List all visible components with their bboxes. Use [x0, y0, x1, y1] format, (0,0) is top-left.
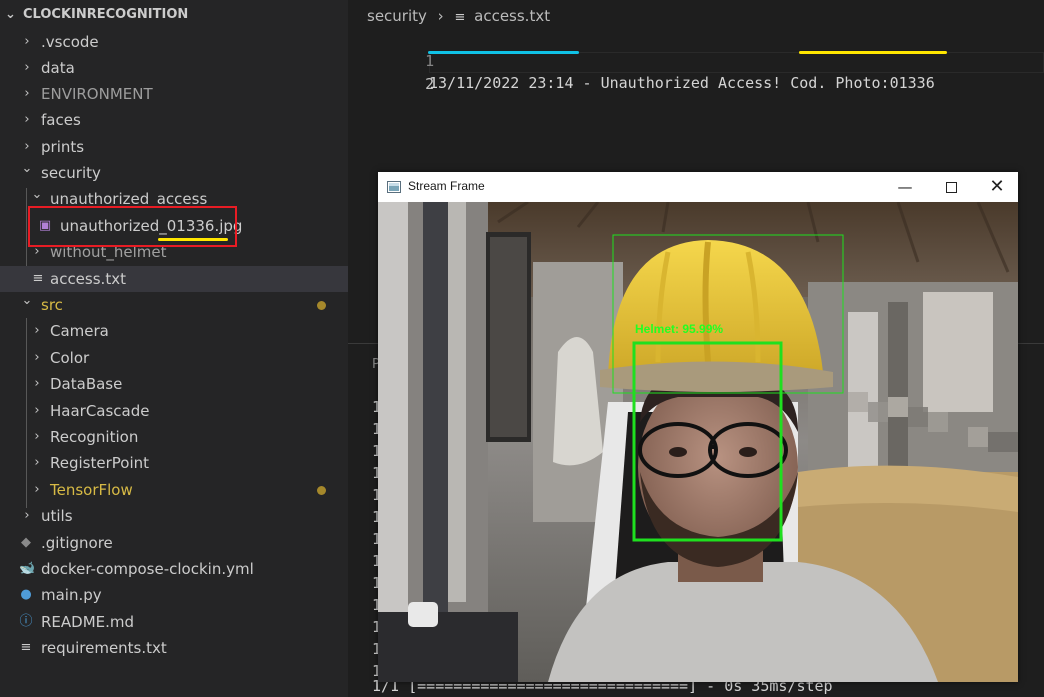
tree-item-label: TensorFlow: [50, 481, 133, 499]
tree-item-security[interactable]: ⌄ security: [0, 160, 348, 186]
line-text[interactable]: 13/11/2022 23:14 - Unauthorized Access! …: [429, 72, 935, 94]
chevron-down-icon: ⌄: [31, 187, 43, 202]
close-icon: ✕: [989, 176, 1005, 197]
tree-item-database[interactable]: › DataBase: [0, 371, 348, 397]
code-line[interactable]: 1 13/11/2022 23:14 - Unauthorized Access…: [348, 28, 1044, 92]
chevron-right-icon: ›: [34, 482, 40, 497]
chevron-right-icon: ›: [34, 429, 40, 444]
tree-item-label: access.txt: [50, 270, 126, 288]
tree-item-registerpoint[interactable]: › RegisterPoint: [0, 450, 348, 476]
tree-item-access-txt[interactable]: ≡ access.txt: [0, 266, 348, 292]
breadcrumb-folder[interactable]: security: [367, 7, 427, 25]
window-titlebar[interactable]: Stream Frame — ✕: [378, 172, 1018, 202]
tree-item-label: main.py: [41, 586, 102, 604]
tree-item-docker-compose-clockin-yml[interactable]: 🐋 docker-compose-clockin.yml: [0, 556, 348, 582]
python-icon: ●: [20, 587, 32, 602]
tree-item-readme-md[interactable]: ⓘ README.md: [0, 609, 348, 635]
docker-icon: 🐋: [19, 561, 36, 576]
text-file-icon: ≡: [454, 10, 466, 25]
tree-item-src[interactable]: ⌄ src: [0, 292, 348, 318]
chevron-right-icon: ›: [24, 86, 30, 101]
window-title: Stream Frame: [408, 179, 485, 193]
tree-item-faces[interactable]: › faces: [0, 107, 348, 133]
chevron-right-icon: ›: [34, 455, 40, 470]
camera-image: Helmet: 95.99%: [378, 202, 1018, 682]
tree-item-prints[interactable]: › prints: [0, 134, 348, 160]
tree-item-requirements-txt[interactable]: ≡ requirements.txt: [0, 635, 348, 661]
chevron-right-icon: ›: [34, 403, 40, 418]
tree-item-vscode[interactable]: › .vscode: [0, 29, 348, 55]
chevron-right-icon: ›: [34, 323, 40, 338]
tree-item-label: DataBase: [50, 375, 123, 393]
chevron-right-icon: ›: [24, 60, 30, 75]
stream-frame-window[interactable]: Stream Frame — ✕ Helmet: 95.99%: [378, 172, 1018, 682]
tree-item-main-py[interactable]: ● main.py: [0, 582, 348, 608]
chevron-down-icon: ⌄: [21, 293, 33, 308]
close-button[interactable]: ✕: [974, 172, 1020, 202]
line-number: 2: [425, 75, 435, 93]
tree-item-label: Color: [50, 349, 90, 367]
breadcrumb-file[interactable]: access.txt: [474, 7, 550, 25]
tree-item-label: ENVIRONMENT: [41, 85, 153, 103]
tree-item-label: data: [41, 59, 75, 77]
breadcrumb: security › ≡ access.txt: [367, 5, 550, 27]
modified-dot: [317, 486, 326, 495]
chevron-right-icon: ›: [24, 112, 30, 127]
tree-item-gitignore[interactable]: ◆ .gitignore: [0, 530, 348, 556]
text-file-icon: ≡: [20, 640, 32, 655]
tree-item-utils[interactable]: › utils: [0, 503, 348, 529]
chevron-right-icon: ›: [34, 376, 40, 391]
tree-item-data[interactable]: › data: [0, 55, 348, 81]
tree-item-label: HaarCascade: [50, 402, 150, 420]
underline-timestamp: [428, 51, 579, 54]
text-file-icon: ≡: [32, 271, 44, 286]
tree-item-color[interactable]: › Color: [0, 345, 348, 371]
minimize-icon: —: [897, 178, 913, 196]
chevron-right-icon: ›: [437, 7, 444, 25]
minimize-button[interactable]: —: [882, 172, 928, 202]
underline-filename: [158, 238, 228, 241]
maximize-button[interactable]: [928, 172, 974, 202]
chevron-right-icon: ›: [24, 34, 30, 49]
tree-item-tensorflow[interactable]: › TensorFlow: [0, 477, 348, 503]
tree-item-label: requirements.txt: [41, 639, 167, 657]
tree-item-haarcascade[interactable]: › HaarCascade: [0, 398, 348, 424]
modified-dot: [317, 301, 326, 310]
tree-item-label: utils: [41, 507, 73, 525]
tree-item-label: Recognition: [50, 428, 139, 446]
tree-item-label: RegisterPoint: [50, 454, 150, 472]
tree-item-label: faces: [41, 111, 81, 129]
info-icon: ⓘ: [19, 614, 33, 629]
tree-item-label: README.md: [41, 613, 135, 631]
tree-item-environment[interactable]: › ENVIRONMENT: [0, 81, 348, 107]
explorer-sidebar: ⌄ CLOCKINRECOGNITION › .vscode › data › ENVIR…: [0, 0, 348, 697]
tree-item-label: docker-compose-clockin.yml: [41, 560, 254, 578]
chevron-down-icon: ⌄: [21, 161, 33, 176]
tree-item-label: security: [41, 164, 101, 182]
camera-feed: Helmet: 95.99%: [378, 202, 1018, 682]
underline-photo-code: [799, 51, 947, 54]
tree-item-label: Camera: [50, 322, 109, 340]
tree-item-label: prints: [41, 138, 85, 156]
chevron-down-icon: ⌄: [5, 7, 16, 22]
tree-item-label: .gitignore: [41, 534, 113, 552]
tree-item-label: .vscode: [41, 33, 99, 51]
window-app-icon: [387, 181, 401, 193]
tree-item-camera[interactable]: › Camera: [0, 318, 348, 344]
root-title-label: CLOCKINRECOGNITION: [23, 7, 189, 22]
detection-label: Helmet: 95.99%: [635, 322, 723, 336]
chevron-right-icon: ›: [34, 350, 40, 365]
chevron-right-icon: ›: [24, 508, 30, 523]
code-line[interactable]: 2: [348, 51, 1044, 93]
maximize-icon: [945, 182, 957, 193]
tree-item-recognition[interactable]: › Recognition: [0, 424, 348, 450]
git-icon: ◆: [21, 535, 31, 550]
tree-item-label: src: [41, 296, 63, 314]
